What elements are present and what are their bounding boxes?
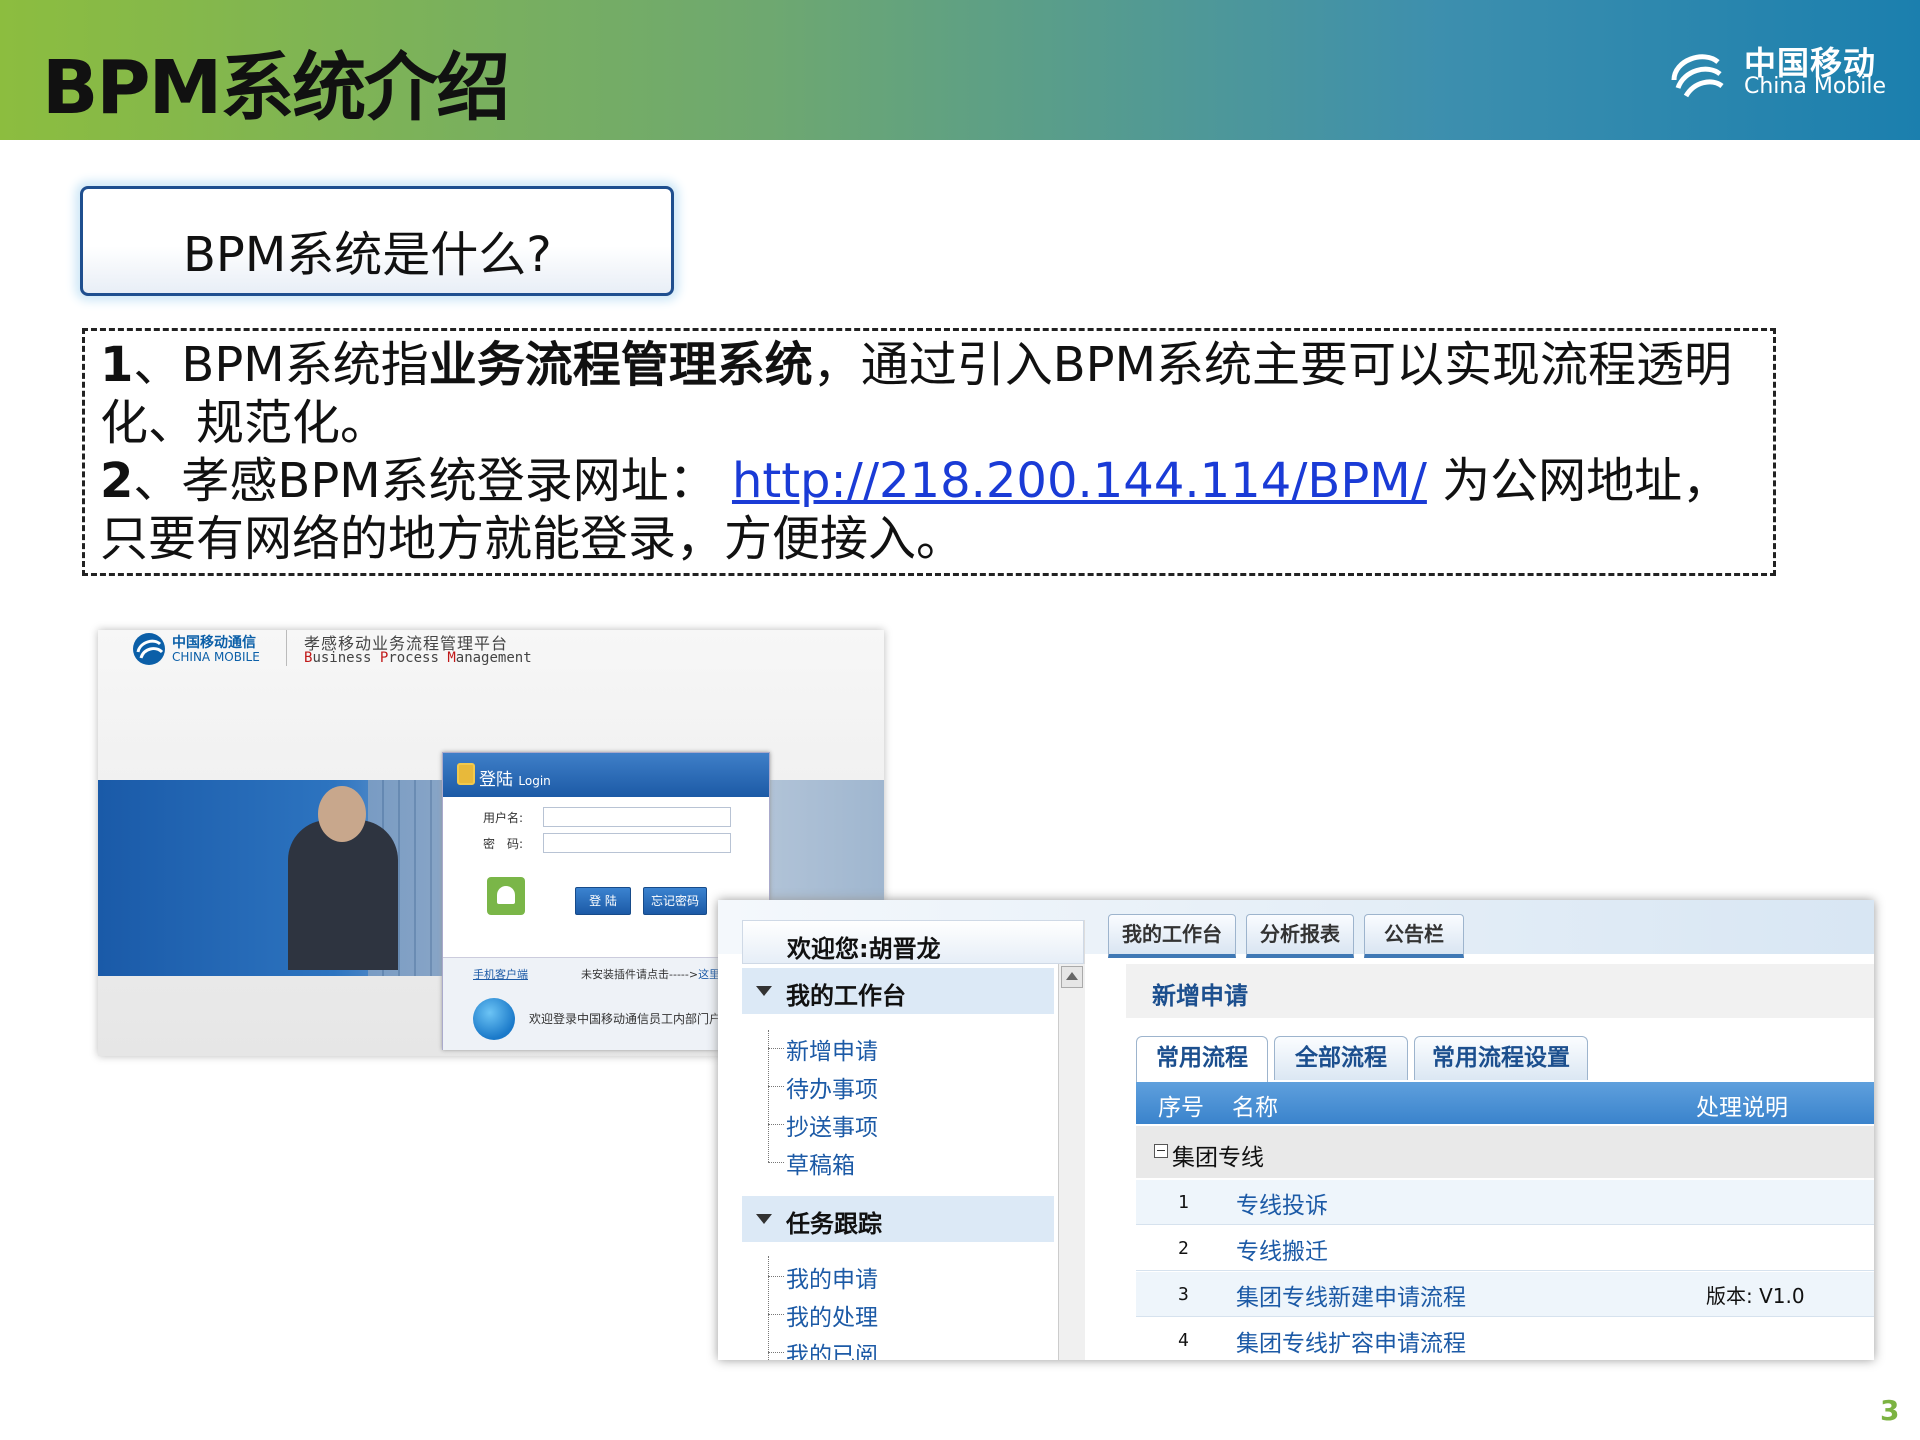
tab-all-processes[interactable]: 全部流程 [1274,1036,1408,1080]
lock-icon [457,763,475,785]
china-mobile-logo-icon [1671,54,1724,98]
welcome-user: 欢迎您:胡晋龙 [787,935,941,963]
page-number: 3 [1880,1394,1900,1427]
username-input[interactable] [543,807,731,827]
platform-subtitle: Business Process Management [304,650,532,666]
row-name[interactable]: 专线搬迁 [1236,1232,1328,1266]
china-mobile-logo-icon [133,633,165,665]
tree-line [768,1256,770,1360]
page-title-bar: 新增申请 [1126,964,1874,1018]
login-button[interactable]: 登 陆 [575,887,631,915]
tree-line [768,1030,770,1162]
login-panel-title: 登陆 Login [479,770,551,790]
row-name[interactable]: 集团专线扩容申请流程 [1236,1324,1466,1358]
sidebar-section-title: 任务跟踪 [786,1210,882,1238]
username-label: 用户名: [483,811,524,825]
row-number: 4 [1178,1330,1189,1351]
sidebar-item-drafts[interactable]: 草稿箱 [786,1146,855,1180]
group-title: 集团专线 [1172,1145,1264,1171]
workbench-screenshot: 欢迎您:胡晋龙 我的工作台 新增申请 待办事项 抄送事项 草稿箱 任务跟踪 我的… [718,900,1874,1360]
table-row[interactable]: 2 专线搬迁 [1136,1226,1874,1271]
sidebar-item-my-read[interactable]: 我的已阅 [786,1336,878,1360]
sidebar-section-title: 我的工作台 [786,982,906,1010]
point-1-bold: 业务流程管理系统 [428,337,813,393]
table-row[interactable]: 1 专线投诉 [1136,1180,1874,1225]
plugin-link[interactable]: 这里 [698,968,720,981]
point-1-number: 1 [100,337,134,393]
row-version: 版本: V1.0 [1706,1284,1805,1308]
sidebar-section-tracking[interactable]: 任务跟踪 [742,1196,1054,1242]
sidebar-scrollbar[interactable] [1058,964,1085,1360]
businessman-head [318,786,366,842]
tab-process-settings[interactable]: 常用流程设置 [1414,1036,1588,1080]
point-1-pre: 、BPM系统指 [133,337,429,393]
tab-analysis-reports[interactable]: 分析报表 [1246,914,1354,958]
tree-twig [768,1352,784,1353]
column-description: 处理说明 [1696,1095,1788,1121]
row-number: 1 [1178,1192,1189,1213]
point-1: 1、BPM系统指业务流程管理系统，通过引入BPM系统主要可以实现流程透明化、规范… [100,336,1760,452]
login-panel-header: 登陆 Login [443,753,769,797]
slide-title: BPM系统介绍 [42,45,510,131]
tree-twig [768,1086,784,1087]
sidebar-item-new-application[interactable]: 新增申请 [786,1032,878,1066]
portal-welcome: 欢迎登录中国移动通信员工内部门户 [529,1012,722,1026]
collapse-minus-icon[interactable] [1154,1144,1168,1158]
sidebar-item-cc[interactable]: 抄送事项 [786,1108,878,1142]
question-text: BPM系统是什么? [183,227,552,283]
page-title: 新增申请 [1152,982,1248,1010]
scroll-up-icon[interactable] [1061,966,1083,988]
sidebar-item-my-processed[interactable]: 我的处理 [786,1298,878,1332]
tree-twig [768,1048,784,1049]
row-number: 2 [1178,1238,1189,1259]
tab-my-workbench[interactable]: 我的工作台 [1108,914,1236,958]
row-number: 3 [1178,1284,1189,1305]
login-logo-cn: 中国移动通信 [172,635,256,651]
welcome-bar: 欢迎您:胡晋龙 [742,920,1084,964]
android-app-button[interactable] [487,877,525,915]
password-input[interactable] [543,833,731,853]
tab-bulletin[interactable]: 公告栏 [1364,914,1464,958]
table-row[interactable]: 3 集团专线新建申请流程 版本: V1.0 [1136,1272,1874,1317]
plugin-hint: 未安装插件请点击----->这里 [581,968,721,981]
tree-twig [768,1124,784,1125]
group-row[interactable]: 集团专线 [1136,1126,1874,1178]
bpm-url-link[interactable]: http://218.200.144.114/BPM/ [732,453,1427,509]
table-row[interactable]: 4 集团专线扩容申请流程 [1136,1318,1874,1360]
android-icon [497,886,515,904]
row-name[interactable]: 集团专线新建申请流程 [1236,1278,1466,1312]
collapse-triangle-icon [756,1214,772,1224]
point-2-pre: 、孝感BPM系统登录网址： [133,453,717,509]
mobile-client-link[interactable]: 手机客户端 [473,966,528,982]
point-2-number: 2 [100,453,134,509]
china-mobile-logo: 中国移动 China Mobile [1664,36,1904,108]
point-2: 2、孝感BPM系统登录网址： http://218.200.144.114/BP… [100,452,1760,568]
sidebar-section-workbench[interactable]: 我的工作台 [742,968,1054,1014]
logo-divider [286,630,287,666]
password-label: 密 码: [483,837,524,851]
login-logo-en: CHINA MOBILE [172,650,260,664]
table-header: 序号 名称 处理说明 [1136,1082,1874,1124]
logo-text-en: China Mobile [1744,74,1887,99]
tree-twig [768,1162,784,1163]
question-box: BPM系统是什么? [80,186,674,296]
row-name[interactable]: 专线投诉 [1236,1186,1328,1220]
header-bar: BPM系统介绍 中国移动 China Mobile [0,0,1920,140]
mascot-icon [473,998,515,1040]
column-seq: 序号 [1158,1095,1204,1121]
businessman-image [288,820,398,970]
forgot-password-button[interactable]: 忘记密码 [643,887,707,915]
login-logo: 中国移动通信 CHINA MOBILE [132,630,272,670]
sidebar: 欢迎您:胡晋龙 我的工作台 新增申请 待办事项 抄送事项 草稿箱 任务跟踪 我的… [742,920,1085,1360]
column-name: 名称 [1232,1095,1278,1121]
tree-twig [768,1314,784,1315]
tab-common-processes[interactable]: 常用流程 [1136,1036,1268,1084]
sidebar-item-my-applications[interactable]: 我的申请 [786,1260,878,1294]
sidebar-item-todo[interactable]: 待办事项 [786,1070,878,1104]
collapse-triangle-icon [756,986,772,996]
tree-twig [768,1276,784,1277]
